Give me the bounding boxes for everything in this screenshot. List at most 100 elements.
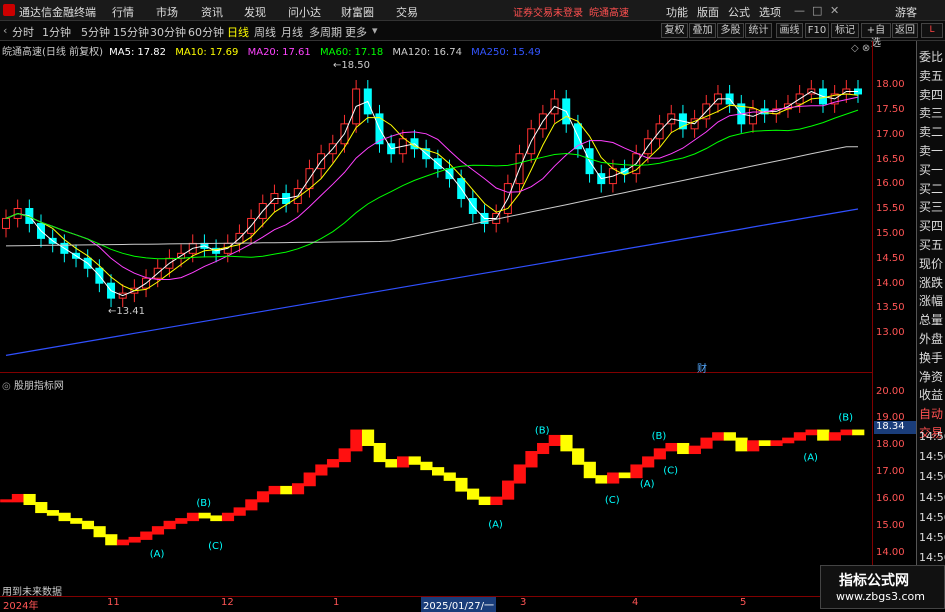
indicator-block <box>210 515 223 522</box>
abc-label: (A) <box>488 519 503 530</box>
ma10-line <box>5 93 859 292</box>
indicator-block <box>256 491 270 503</box>
finance-marker[interactable]: 财 <box>697 360 707 375</box>
side-item-5[interactable]: 卖一 <box>919 142 943 159</box>
indicator-block <box>186 512 200 522</box>
indicator-block <box>35 502 48 514</box>
side-item-22[interactable]: 14:56 <box>919 450 945 463</box>
indicator-block <box>653 448 666 460</box>
ind-tick-17: 17.00 <box>876 466 905 477</box>
side-item-13[interactable]: 涨幅 <box>919 292 943 309</box>
ma60-line <box>5 109 859 260</box>
indicator-block <box>151 526 165 535</box>
ma20-line <box>5 96 859 280</box>
candle-body <box>2 217 10 229</box>
y-tick-13.00: 13.00 <box>876 327 905 338</box>
side-item-3[interactable]: 卖三 <box>919 104 943 121</box>
indicator-block <box>560 434 573 452</box>
indicator-block <box>782 437 795 444</box>
indicator-block <box>735 437 748 452</box>
abc-label: (A) <box>150 549 165 560</box>
indicator-block <box>408 456 421 465</box>
indicator-block <box>805 429 818 436</box>
y-tick-14.50: 14.50 <box>876 253 905 264</box>
ma250-line <box>5 208 859 356</box>
side-item-8[interactable]: 买三 <box>919 198 943 215</box>
abc-label: (C) <box>663 466 678 477</box>
side-item-25[interactable]: 14:56 <box>919 511 945 524</box>
side-item-15[interactable]: 外盘 <box>919 330 943 347</box>
side-item-9[interactable]: 买四 <box>919 217 943 234</box>
indicator-block <box>747 440 760 452</box>
side-item-16[interactable]: 换手 <box>919 349 943 366</box>
side-item-10[interactable]: 买五 <box>919 236 943 253</box>
indicator-block <box>175 518 188 524</box>
side-item-17[interactable]: 净资 <box>919 368 943 385</box>
side-item-18[interactable]: 收益 <box>919 386 943 403</box>
indicator-block <box>70 518 83 524</box>
side-item-27[interactable]: 14:56 <box>919 551 945 564</box>
indicator-block <box>396 456 410 468</box>
indicator-block <box>373 442 386 463</box>
side-item-12[interactable]: 涨跌 <box>919 274 943 291</box>
abc-label: (B) <box>196 498 211 509</box>
low-annotation: ←13.41 <box>108 306 146 317</box>
indicator-block <box>268 485 281 495</box>
side-item-6[interactable]: 买一 <box>919 161 943 178</box>
indicator-block <box>665 442 678 452</box>
indicator-block <box>793 432 806 441</box>
side-item-2[interactable]: 卖四 <box>919 86 943 103</box>
abc-label: (B) <box>838 412 853 423</box>
y-tick-16.00: 16.00 <box>876 178 905 189</box>
indicator-block <box>513 464 526 484</box>
indicator-block <box>105 534 118 546</box>
x-tick-4: 4 <box>632 597 639 608</box>
indicator-block <box>233 507 246 516</box>
indicator-block <box>712 432 725 441</box>
indicator-block <box>758 440 771 446</box>
indicator-block <box>537 442 550 455</box>
indicator-block <box>303 472 316 487</box>
indicator-block <box>700 437 713 449</box>
abc-label: (B) <box>535 426 550 437</box>
side-item-4[interactable]: 卖二 <box>919 123 943 140</box>
indicator-block <box>350 429 363 452</box>
side-item-26[interactable]: 14:56 <box>919 531 945 544</box>
price-axis-line <box>872 41 873 596</box>
x-tick-2024: 2024年 <box>3 601 39 612</box>
side-item-19[interactable]: 自动 <box>919 405 943 422</box>
indicator-block <box>455 477 468 492</box>
indicator-block <box>361 429 375 446</box>
indicator-block <box>198 512 211 519</box>
indicator-block <box>163 520 176 530</box>
indicator-block <box>852 429 865 436</box>
side-item-23[interactable]: 14:56 <box>919 470 945 483</box>
indicator-block <box>245 499 258 511</box>
indicator-block <box>443 472 456 481</box>
side-item-1[interactable]: 卖五 <box>919 67 943 84</box>
y-tick-15.00: 15.00 <box>876 228 905 239</box>
indicator-block <box>723 432 736 441</box>
side-item-7[interactable]: 买二 <box>919 180 943 197</box>
indicator-block <box>338 448 351 463</box>
indicator-block <box>677 442 690 455</box>
indicator-block <box>315 464 328 476</box>
high-annotation: ←18.50 <box>333 60 371 71</box>
indicator-block <box>548 434 561 446</box>
side-item-11[interactable]: 现价 <box>919 255 943 272</box>
y-tick-18.00: 18.00 <box>876 79 905 90</box>
abc-label: (C) <box>208 541 223 552</box>
indicator-block <box>642 456 655 468</box>
indicator-block <box>116 539 130 546</box>
side-item-0[interactable]: 委比 <box>919 48 943 65</box>
watermark: 指标公式网 www.zbgs3.com <box>820 565 945 609</box>
indicator-block <box>467 488 480 500</box>
side-item-14[interactable]: 总量 <box>919 311 943 328</box>
ind-tick-14: 14.00 <box>876 547 905 558</box>
side-item-21[interactable]: 14:56 <box>919 430 945 443</box>
indicator-block <box>140 531 153 540</box>
indicator-block <box>58 512 71 522</box>
abc-label: (A) <box>803 452 818 463</box>
side-item-24[interactable]: 14:56 <box>919 491 945 504</box>
y-tick-17.50: 17.50 <box>876 104 905 115</box>
